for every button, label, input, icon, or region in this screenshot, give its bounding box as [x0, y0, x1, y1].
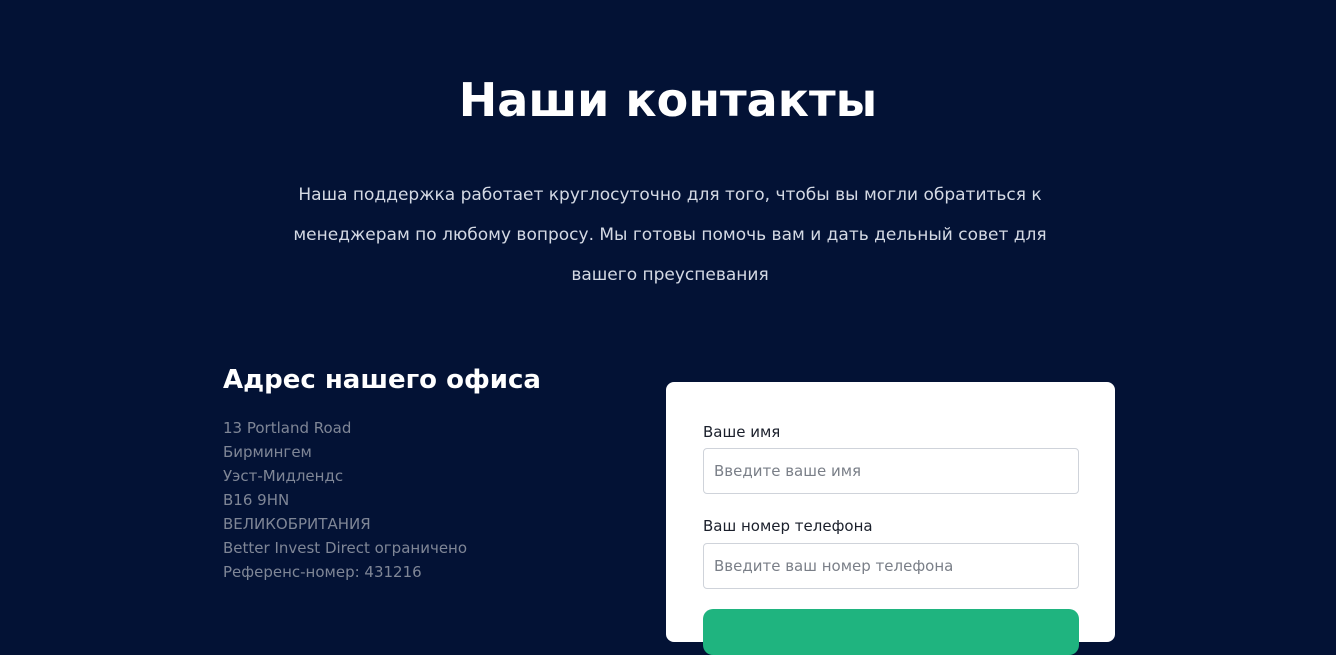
address-line: Уэст-Мидлендс	[223, 467, 344, 485]
address-line: Референс-номер: 431216	[223, 563, 422, 581]
office-address-title: Адрес нашего офиса	[223, 365, 541, 395]
intro-line: менеджерам по любому вопросу. Мы готовы …	[293, 225, 1047, 245]
address-line: ВЕЛИКОБРИТАНИЯ	[223, 515, 371, 533]
intro-line: вашего преуспевания	[571, 265, 769, 285]
name-label: Ваше имя	[703, 423, 781, 441]
submit-button[interactable]	[703, 609, 1079, 655]
intro-text: Наша поддержка работает круглосуточно дл…	[280, 175, 1060, 295]
address-line: Better Invest Direct ограничено	[223, 539, 468, 557]
intro-line: Наша поддержка работает круглосуточно дл…	[298, 185, 1042, 205]
page-title: Наши контакты	[458, 73, 878, 127]
address-line: B16 9HN	[223, 491, 290, 509]
office-address: 13 Portland Road Бирмингем Уэст-Мидлендс…	[223, 416, 467, 584]
address-line: 13 Portland Road	[223, 419, 352, 437]
name-input[interactable]	[703, 448, 1079, 494]
address-line: Бирмингем	[223, 443, 312, 461]
phone-label: Ваш номер телефона	[703, 517, 873, 535]
contact-form: Ваше имя Ваш номер телефона	[666, 382, 1115, 655]
phone-input[interactable]	[703, 543, 1079, 589]
